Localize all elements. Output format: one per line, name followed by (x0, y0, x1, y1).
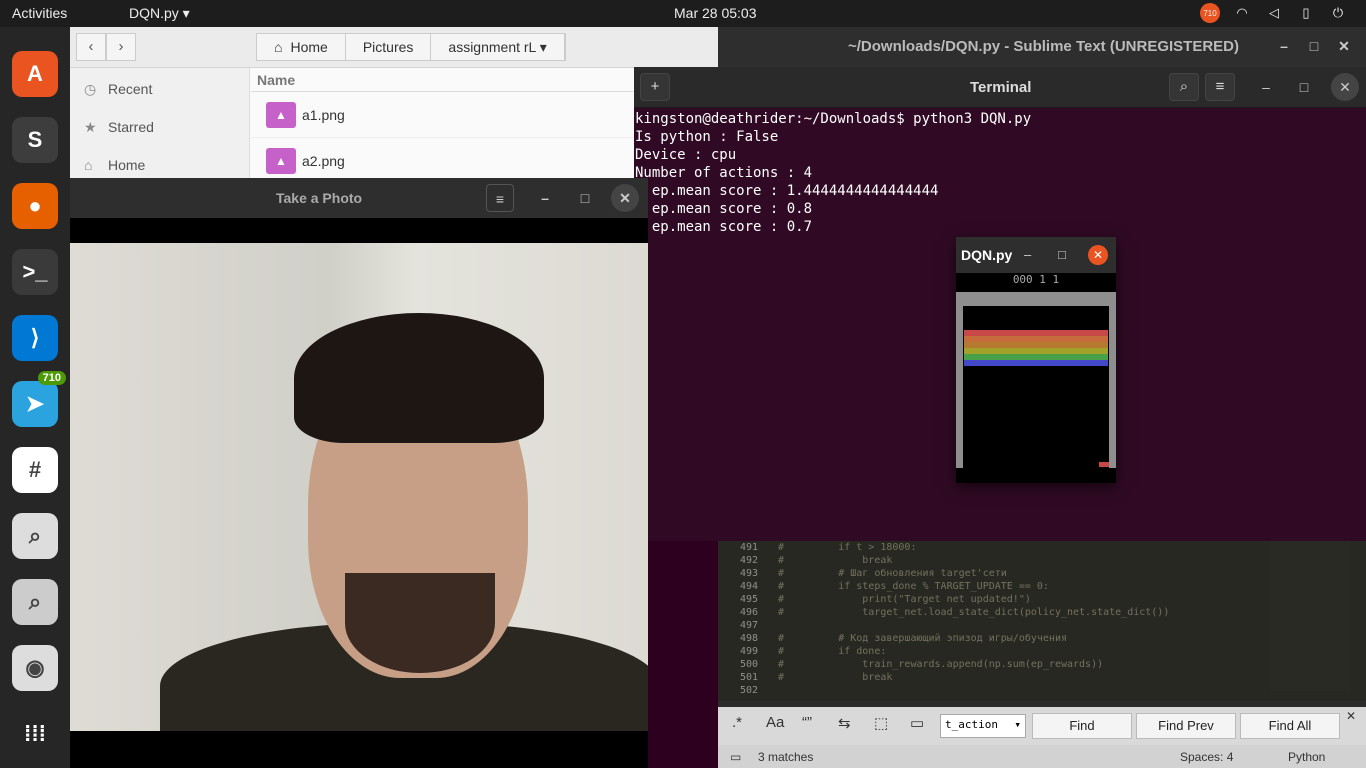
chevron-down-icon: ▾ (539, 39, 547, 55)
telegram-icon[interactable]: ➤ 710 (12, 371, 66, 427)
panel-icon[interactable]: ▭ (730, 750, 741, 764)
show-apps-icon[interactable]: ⁞⁞⁞ (12, 711, 58, 757)
battery-icon[interactable]: ▯ (1296, 3, 1316, 23)
software-center-icon[interactable]: A (12, 51, 58, 97)
minimize-icon[interactable]: – (1252, 73, 1280, 101)
vscode-icon[interactable]: ⟩ (12, 315, 58, 361)
person-hair (294, 313, 544, 443)
game-window: DQN.py – □ ✕ 000 1 1 (956, 237, 1116, 483)
search-app-icon[interactable]: ⌕ (12, 579, 58, 625)
wall-right (1109, 292, 1116, 468)
close-icon[interactable]: ✕ (1346, 709, 1356, 723)
clock[interactable]: Mar 28 05:03 (674, 5, 757, 21)
case-toggle[interactable]: Aa (766, 714, 784, 731)
slack-icon[interactable]: # (12, 447, 58, 493)
code-text[interactable]: # if t > 18000: # break # # Шаг обновлен… (778, 541, 1169, 684)
camera-icon[interactable]: ◉ (12, 645, 58, 691)
menu-icon[interactable]: ≡ (1205, 73, 1235, 101)
terminal-icon[interactable]: >_ (12, 249, 58, 295)
wifi-icon[interactable]: ◠ (1232, 3, 1252, 23)
indent-setting[interactable]: Spaces: 4 (1180, 750, 1233, 764)
camera-window: Take a Photo ≡ – □ ✕ (70, 178, 648, 768)
find-all-button[interactable]: Find All (1240, 713, 1340, 739)
paddle (1099, 462, 1109, 467)
home-icon: ⌂ (274, 39, 283, 55)
sidebar-item-starred[interactable]: ★ Starred (70, 106, 249, 144)
sidebar-item-home[interactable]: ⌂ Home (70, 144, 249, 182)
app-menu[interactable]: DQN.py ▾ (129, 5, 190, 22)
regex-toggle[interactable]: .* (732, 714, 742, 731)
volume-icon[interactable]: ◁ (1264, 3, 1284, 23)
terminal-output[interactable]: kingston@deathrider:~/Downloads$ python3… (635, 110, 1031, 236)
sidebar-item-recent[interactable]: ◷ Recent (70, 68, 249, 106)
maximize-icon[interactable]: □ (571, 184, 599, 212)
whole-word-toggle[interactable]: “” (802, 714, 812, 731)
line-numbers: 491 492 493 494 495 496 497 498 499 500 501 502 (739, 542, 758, 696)
maximize-icon[interactable]: □ (1058, 247, 1066, 262)
find-button[interactable]: Find (1032, 713, 1132, 739)
dock: A S ● >_ ⟩ ➤ 710 # ⌕ ⌕ ◉ ⁞⁞⁞ (0, 27, 70, 768)
find-bar: .* Aa “” ⇆ ⬚ ▭ t_action ▾ Find Find Prev … (718, 707, 1366, 745)
unread-badge: 710 (37, 371, 66, 385)
chevron-down-icon[interactable]: ▾ (1014, 718, 1021, 731)
terminal-title: Terminal (970, 79, 1032, 96)
sublime-icon[interactable]: S (12, 117, 58, 163)
files-window: ‹ › ⌂ Home Pictures assignment rL ▾ ◷ Rece… (70, 27, 718, 184)
terminal-titlebar: + Terminal ⌕ ≡ – □ ✕ (634, 67, 1366, 108)
breadcrumb: ⌂ Home Pictures assignment rL ▾ (256, 33, 566, 61)
star-icon: ★ (84, 119, 97, 135)
code-editor[interactable]: 491 492 493 494 495 496 497 498 499 500 501 502 # i… (718, 541, 1366, 701)
highlight-icon[interactable]: ▭ (910, 714, 924, 732)
maximize-icon[interactable]: □ (1300, 32, 1328, 60)
camera-preview (70, 243, 648, 731)
files-sidebar: ◷ Recent ★ Starred ⌂ Home (70, 68, 250, 182)
firefox-icon[interactable]: ● (12, 183, 58, 229)
find-input[interactable]: t_action ▾ (940, 714, 1026, 738)
minimize-icon[interactable]: – (1270, 32, 1298, 60)
close-icon[interactable]: ✕ (611, 184, 639, 212)
minimize-icon[interactable]: – (1024, 247, 1031, 262)
activities-button[interactable]: Activities (12, 5, 67, 21)
magnifier-icon[interactable]: ⌕ (12, 513, 58, 559)
system-tray[interactable]: 710 ◠ ◁ ▯ ⏻ (1200, 3, 1348, 23)
power-icon[interactable]: ⏻ (1328, 3, 1348, 23)
status-bar: ▭ 3 matches Spaces: 4 Python (718, 745, 1366, 768)
close-icon[interactable]: ✕ (1331, 73, 1359, 101)
camera-titlebar: Take a Photo ≡ – □ ✕ (70, 178, 648, 218)
brick-row (964, 360, 1108, 366)
minimize-icon[interactable]: – (531, 184, 559, 212)
wall-top (956, 292, 1116, 306)
camera-title: Take a Photo (276, 190, 363, 206)
game-titlebar: DQN.py – □ ✕ (956, 237, 1116, 273)
close-icon[interactable]: ✕ (1330, 32, 1358, 60)
close-icon[interactable]: ✕ (1088, 245, 1108, 265)
wall-left (956, 292, 963, 468)
search-icon[interactable]: ⌕ (1169, 73, 1199, 101)
files-header: ‹ › ⌂ Home Pictures assignment rL ▾ (70, 27, 718, 68)
minimap[interactable] (1270, 541, 1350, 691)
forward-button[interactable]: › (106, 33, 136, 61)
game-title: DQN.py (961, 247, 1013, 263)
crumb-home[interactable]: ⌂ Home (257, 34, 346, 60)
in-selection-icon[interactable]: ⬚ (874, 714, 888, 732)
crumb-pictures[interactable]: Pictures (346, 34, 432, 60)
wrap-icon[interactable]: ⇆ (838, 714, 851, 732)
back-button[interactable]: ‹ (76, 33, 106, 61)
maximize-icon[interactable]: □ (1290, 73, 1318, 101)
sublime-titlebar: ~/Downloads/DQN.py - Sublime Text (UNREG… (718, 27, 1366, 67)
clock-icon: ◷ (84, 81, 97, 97)
notification-icon[interactable]: 710 (1200, 3, 1220, 23)
menu-icon[interactable]: ≡ (486, 184, 514, 212)
image-file-icon: ▲ (266, 101, 296, 128)
sublime-title: ~/Downloads/DQN.py - Sublime Text (UNREG… (848, 38, 1240, 55)
crumb-assignment[interactable]: assignment rL ▾ (431, 34, 565, 60)
image-file-icon: ▲ (266, 147, 296, 174)
match-count: 3 matches (758, 750, 814, 764)
syntax-setting[interactable]: Python (1288, 750, 1325, 764)
find-prev-button[interactable]: Find Prev (1136, 713, 1236, 739)
person-beard (345, 573, 495, 673)
game-score: 000 1 1 (1012, 273, 1060, 286)
top-bar: Activities DQN.py ▾ Mar 28 05:03 710 ◠ ◁… (0, 0, 1366, 27)
new-tab-icon[interactable]: + (640, 73, 670, 101)
